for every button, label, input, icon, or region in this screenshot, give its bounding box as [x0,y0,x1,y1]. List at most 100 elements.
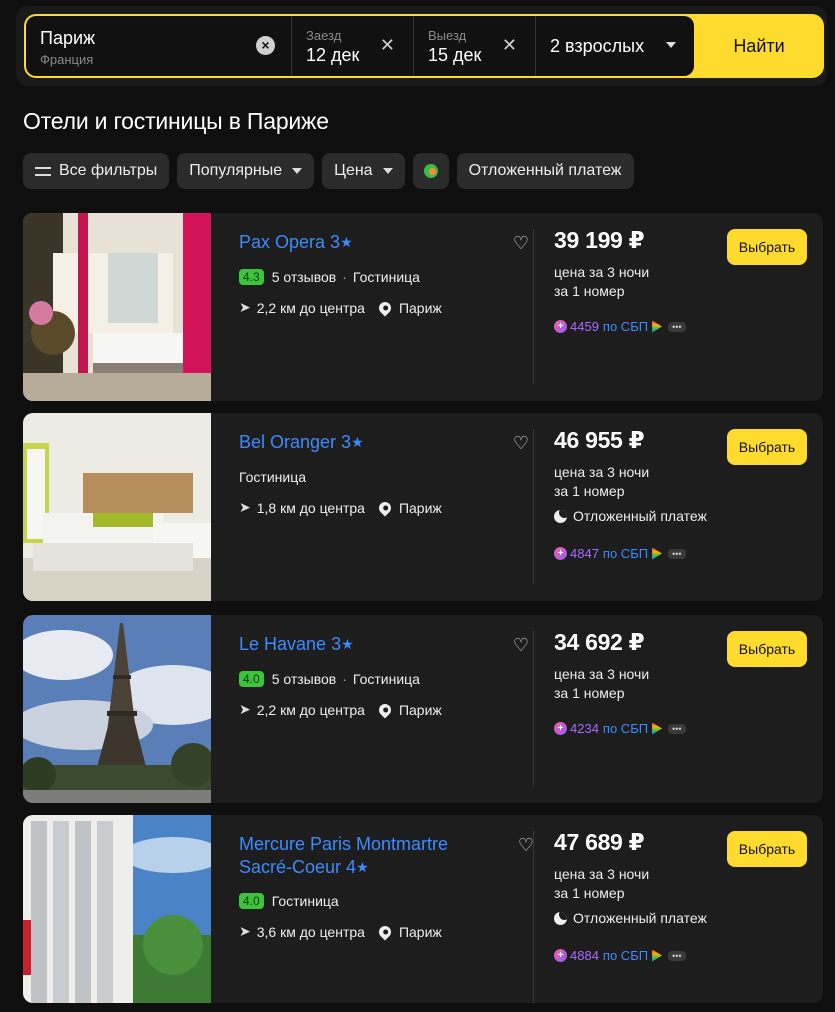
hotel-card[interactable]: Le Havane 3★ ♡ 4.0 5 отзывов · Гостиница… [23,615,823,803]
search-bar: Париж Франция × Заезд 12 дек ✕ Выезд 15 … [24,14,824,78]
price-rooms: за 1 номер [554,483,625,499]
hotel-card[interactable]: Mercure Paris Montmartre Sacré-Coeur 4★ … [23,815,823,1003]
rating-row: Гостиница [239,469,306,485]
city[interactable]: Париж [399,300,442,316]
select-button[interactable]: Выбрать [727,429,807,465]
heart-icon[interactable]: ♡ [513,233,529,254]
price-note: цена за 3 ночи за 1 номер [554,665,649,703]
city[interactable]: Париж [399,500,442,516]
eco-filter-button[interactable] [412,153,449,189]
more-icon[interactable]: ••• [668,321,686,332]
sbp-icon [652,320,663,333]
chevron-down-icon [666,42,676,48]
distance: 2,2 км до центра [256,299,365,316]
price-filter-label: Цена [334,162,373,179]
select-button[interactable]: Выбрать [727,229,807,265]
cashback-row[interactable]: + 4234 по СБП ••• [554,721,686,736]
location-row: ➤ 2,2 км до центра Париж [239,299,442,316]
all-filters-label: Все фильтры [59,162,158,179]
sort-popular-dropdown[interactable]: Популярные [177,153,315,189]
clear-icon[interactable]: × [256,36,275,55]
sort-label: Популярные [189,162,283,179]
hotel-photo[interactable] [23,413,211,601]
chevron-down-icon [382,168,393,174]
find-button[interactable]: Найти [694,14,824,78]
checkin-field[interactable]: Заезд 12 дек ✕ [292,16,414,76]
cashback-sbp: по СБП [602,948,649,963]
navigation-arrow-icon: ➤ [239,499,251,515]
deferred-payment: Отложенный платеж [554,910,707,926]
select-button[interactable]: Выбрать [727,831,807,867]
star-icon: ★ [351,434,364,450]
deferred-label: Отложенный платеж [573,910,707,926]
price-rooms: за 1 номер [554,685,625,701]
map-pin-icon [376,701,394,718]
location-row: ➤ 3,6 км до центра Париж [239,923,442,940]
more-icon[interactable]: ••• [668,950,686,961]
divider [533,429,534,584]
cashback-row[interactable]: + 4884 по СБП ••• [554,948,686,963]
price-nights: цена за 3 ночи [554,666,650,682]
hotel-name-link[interactable]: Pax Opera 3★ [239,231,469,254]
hotel-name-link[interactable]: Le Havane 3★ [239,633,469,656]
checkout-field[interactable]: Выезд 15 дек ✕ [414,16,536,76]
price-column: 34 692 ₽ цена за 3 ночи за 1 номер + 423… [554,615,724,803]
cashback-row[interactable]: + 4847 по СБП ••• [554,546,686,561]
hotel-name: Pax Opera 3 [239,232,341,252]
navigation-arrow-icon: ➤ [239,701,251,717]
hotel-name: Mercure Paris Montmartre Sacré-Coeur 4 [239,834,449,877]
hotel-photo[interactable] [23,815,211,1003]
deferred-label: Отложенный платеж [573,508,707,524]
location-row: ➤ 1,8 км до центра Париж [239,499,442,516]
select-button[interactable]: Выбрать [727,631,807,667]
sbp-icon [652,722,663,735]
hotel-type: Гостиница [352,269,420,285]
page-title: Отели и гостиницы в Париже [23,108,329,134]
heart-icon[interactable]: ♡ [513,433,529,454]
hotel-card[interactable]: Bel Oranger 3★ ♡ Гостиница ➤ 1,8 км до ц… [23,413,823,601]
hotel-name-link[interactable]: Bel Oranger 3★ [239,431,469,454]
city[interactable]: Париж [399,702,442,718]
hotel-name: Bel Oranger 3 [239,432,352,452]
price-note: цена за 3 ночи за 1 номер [554,263,649,301]
price: 46 955 ₽ [554,427,645,453]
all-filters-button[interactable]: Все фильтры [23,153,170,189]
rating-row: 4.0 5 отзывов · Гостиница [239,671,420,687]
divider [533,831,534,1003]
cashback-row[interactable]: + 4459 по СБП ••• [554,319,686,334]
price-column: 47 689 ₽ цена за 3 ночи за 1 номер Отлож… [554,815,724,1003]
leaf-icon [423,164,438,178]
hotel-name-link[interactable]: Mercure Paris Montmartre Sacré-Coeur 4★ [239,833,479,879]
hotel-photo[interactable] [23,615,211,803]
moon-icon [554,509,567,523]
reviews-link[interactable]: 5 отзывов [272,671,337,687]
location-row: ➤ 2,2 км до центра Париж [239,701,442,718]
close-icon[interactable]: ✕ [502,35,517,55]
more-icon[interactable]: ••• [668,548,686,559]
price-dropdown[interactable]: Цена [322,153,405,189]
reviews-link[interactable]: 5 отзывов [272,269,337,285]
heart-icon[interactable]: ♡ [518,835,534,856]
guests-value: 2 взрослых [550,36,645,56]
city[interactable]: Париж [399,924,442,940]
destination-country: Франция [40,52,94,67]
hotel-type: Гостиница [352,671,420,687]
deferred-payment-filter[interactable]: Отложенный платеж [456,153,634,189]
destination-field[interactable]: Париж Франция × [26,16,292,76]
map-pin-icon [376,299,394,316]
plus-points-icon: + [554,949,567,962]
hotel-card[interactable]: Pax Opera 3★ ♡ 4.3 5 отзывов · Гостиница… [23,213,823,401]
guests-select[interactable]: 2 взрослых [536,16,694,76]
map-pin-icon [376,923,394,940]
hotel-photo[interactable] [23,213,211,401]
sbp-icon [652,949,663,962]
distance: 1,8 км до центра [256,499,365,516]
close-icon[interactable]: ✕ [380,35,395,55]
hotel-name: Le Havane 3 [239,634,342,654]
more-icon[interactable]: ••• [668,723,686,734]
separator: · [342,269,347,285]
deferred-filter-label: Отложенный платеж [468,162,622,179]
cashback-sbp: по СБП [602,546,649,561]
heart-icon[interactable]: ♡ [513,635,529,656]
distance: 2,2 км до центра [256,701,365,718]
